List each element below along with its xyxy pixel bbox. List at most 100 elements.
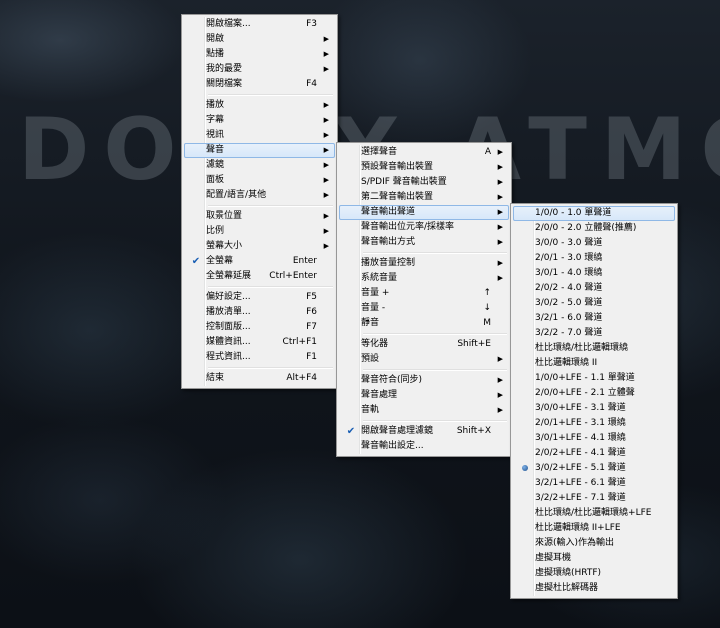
main-menu-item[interactable]: 面板 ▶ [184,173,335,188]
main-menu-item[interactable]: 播放 ▶ [184,98,335,113]
channel-menu-item[interactable]: 虛擬杜比解碼器 [513,581,675,596]
audio-menu-item[interactable]: 預設聲音輸出裝置 ▶ [339,160,509,175]
main-menu-item-label: 全螢幕 [206,256,234,266]
audio-menu-item-label: 第二聲音輸出裝置 [361,192,434,202]
main-menu-item[interactable]: 比例 ▶ [184,224,335,239]
audio-menu-item[interactable]: 選擇聲音 A ▶ [339,145,509,160]
channel-menu-item[interactable]: 來源(輸入)作為輸出 [513,536,675,551]
audio-menu-item[interactable]: 音軌 ▶ [339,403,509,418]
audio-menu-item[interactable]: 聲音輸出設定... [339,439,509,454]
channel-menu-item[interactable]: 2/0/0 - 2.0 立體聲(推薦) [513,221,675,236]
audio-menu-item-label: 聲音符合(同步) [361,375,423,385]
main-menu-item[interactable]: 取景位置 ▶ [184,209,335,224]
main-menu-item-label: 程式資訊... [206,352,251,362]
channel-menu-item[interactable]: 2/0/2+LFE - 4.1 聲道 [513,446,675,461]
audio-menu-item[interactable]: 聲音輸出方式 ▶ [339,235,509,250]
channel-menu-item[interactable]: 杜比邏輯環繞 II+LFE [513,521,675,536]
audio-menu-item-label: 播放音量控制 [361,258,416,268]
main-menu-item-label: 我的最愛 [206,64,243,74]
audio-menu-item-label: 聲音處理 [361,390,398,400]
submenu-arrow-icon: ▶ [497,238,503,246]
audio-menu-item[interactable]: 聲音處理 ▶ [339,388,509,403]
audio-menu-item[interactable]: 預設 ▶ [339,352,509,367]
main-menu-item[interactable]: 關閉檔案 F4 [184,77,335,92]
audio-menu-item[interactable]: 播放音量控制 ▶ [339,256,509,271]
audio-menu-item[interactable]: 第二聲音輸出裝置 ▶ [339,190,509,205]
audio-menu-item[interactable]: 音量 - ↓ [339,301,509,316]
submenu-arrow-icon: ▶ [497,391,503,399]
channel-menu-item-label: 杜比邏輯環繞 II [535,358,598,368]
shortcut-label: Shift+E [457,339,491,349]
main-menu-item[interactable]: 媒體資訊... Ctrl+F1 [184,335,335,350]
channel-menu-item[interactable]: 3/0/0 - 3.0 聲道 [513,236,675,251]
main-menu-item-label: 偏好設定... [206,292,251,302]
shortcut-label: F6 [306,307,317,317]
shortcut-label: F5 [306,292,317,302]
main-menu-item[interactable]: 開啟檔案... F3 [184,17,335,32]
audio-menu-item[interactable]: 聲音輸出聲道 ▶ [339,205,509,220]
main-menu-item[interactable]: ✔ 全螢幕 Enter [184,254,335,269]
audio-menu-item[interactable]: 音量 + ↑ [339,286,509,301]
main-menu-item[interactable]: 播放清單... F6 [184,305,335,320]
channel-menu-item[interactable]: 3/0/2 - 5.0 聲道 [513,296,675,311]
channel-menu-item[interactable]: 2/0/1+LFE - 3.1 環繞 [513,416,675,431]
submenu-arrow-icon: ▶ [323,227,329,235]
channel-menu-item[interactable]: 3/2/2+LFE - 7.1 聲道 [513,491,675,506]
main-menu-item[interactable]: 聲音 ▶ [184,143,335,158]
main-menu-item-label: 面板 [206,175,225,185]
channel-menu-item[interactable]: 3/2/2 - 7.0 聲道 [513,326,675,341]
channel-menu-item[interactable]: 杜比邏輯環繞 II [513,356,675,371]
channel-menu-item[interactable]: 3/0/1+LFE - 4.1 環繞 [513,431,675,446]
main-menu-item[interactable]: 濾鏡 ▶ [184,158,335,173]
channel-menu-item[interactable]: 2/0/0+LFE - 2.1 立體聲 [513,386,675,401]
main-menu-item[interactable]: 點播 ▶ [184,47,335,62]
main-menu-item[interactable]: 開啟 ▶ [184,32,335,47]
channel-menu-item-label: 杜比環繞/杜比邏輯環繞 [535,343,629,353]
main-menu-item[interactable]: 配置/語言/其他 ▶ [184,188,335,203]
context-menu-output-channels: 1/0/0 - 1.0 單聲道 2/0/0 - 2.0 立體聲(推薦) 3/0/0 … [510,203,678,599]
shortcut-label: F3 [306,19,317,29]
channel-menu-item[interactable]: 杜比環繞/杜比邏輯環繞+LFE [513,506,675,521]
submenu-arrow-icon: ▶ [497,163,503,171]
channel-menu-item[interactable]: 3/0/2+LFE - 5.1 聲道 [513,461,675,476]
audio-menu-item[interactable]: 系統音量 ▶ [339,271,509,286]
channel-menu-item-label: 2/0/2+LFE - 4.1 聲道 [535,448,626,458]
audio-menu-item[interactable]: 靜音 M [339,316,509,331]
main-menu-item[interactable]: 程式資訊... F1 [184,350,335,365]
main-menu-item[interactable]: 全螢幕延展 Ctrl+Enter [184,269,335,284]
main-menu-item-label: 配置/語言/其他 [206,190,267,200]
main-menu-item[interactable]: 控制面版... F7 [184,320,335,335]
channel-menu-item-label: 1/0/0 - 1.0 單聲道 [535,208,612,218]
channel-menu-item[interactable]: 1/0/0 - 1.0 單聲道 [513,206,675,221]
channel-menu-item[interactable]: 1/0/0+LFE - 1.1 單聲道 [513,371,675,386]
main-menu-item[interactable]: 結束 Alt+F4 [184,371,335,386]
main-menu-item-label: 螢幕大小 [206,241,243,251]
audio-menu-item[interactable]: ✔ 開啟聲音處理濾鏡 Shift+X [339,424,509,439]
audio-menu-item[interactable]: 等化器 Shift+E [339,337,509,352]
main-menu-item[interactable]: 螢幕大小 ▶ [184,239,335,254]
checkmark-icon: ✔ [191,256,201,267]
channel-menu-item[interactable]: 3/2/1+LFE - 6.1 聲道 [513,476,675,491]
main-menu-item[interactable]: 我的最愛 ▶ [184,62,335,77]
audio-menu-item[interactable]: S/PDIF 聲音輸出裝置 ▶ [339,175,509,190]
main-menu-item-label: 開啟檔案... [206,19,251,29]
main-menu-item[interactable]: 視訊 ▶ [184,128,335,143]
channel-menu-item[interactable]: 虛擬耳機 [513,551,675,566]
main-menu-item[interactable]: 偏好設定... F5 [184,290,335,305]
audio-menu-item-label: 靜音 [361,318,380,328]
channel-menu-item[interactable]: 3/2/1 - 6.0 聲道 [513,311,675,326]
channel-menu-item[interactable]: 杜比環繞/杜比邏輯環繞 [513,341,675,356]
submenu-arrow-icon: ▶ [497,178,503,186]
audio-menu-item-label: 等化器 [361,339,389,349]
channel-menu-item[interactable]: 2/0/1 - 3.0 環繞 [513,251,675,266]
channel-menu-item[interactable]: 3/0/0+LFE - 3.1 聲道 [513,401,675,416]
channel-menu-item[interactable]: 虛擬環繞(HRTF) [513,566,675,581]
channel-menu-item[interactable]: 2/0/2 - 4.0 聲道 [513,281,675,296]
submenu-arrow-icon: ▶ [323,161,329,169]
main-menu-item[interactable]: 字幕 ▶ [184,113,335,128]
main-menu-item-label: 控制面版... [206,322,251,332]
channel-menu-item[interactable]: 3/0/1 - 4.0 環繞 [513,266,675,281]
audio-menu-item[interactable]: 聲音符合(同步) ▶ [339,373,509,388]
checkmark-icon: ✔ [346,426,356,437]
audio-menu-item[interactable]: 聲音輸出位元率/採樣率 ▶ [339,220,509,235]
